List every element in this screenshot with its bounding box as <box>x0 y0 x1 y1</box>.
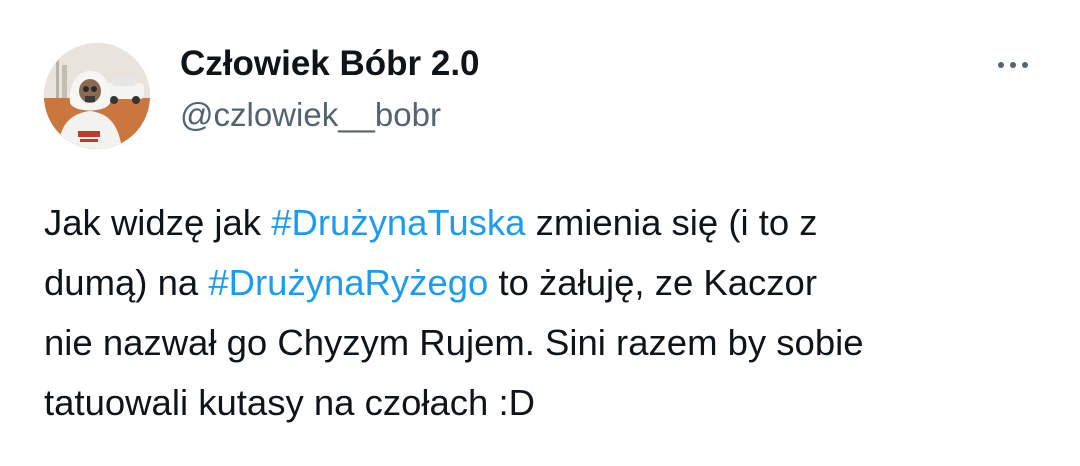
avatar-image <box>44 43 150 149</box>
user-handle[interactable]: @czlowiek__bobr <box>180 94 441 136</box>
more-dot <box>998 62 1004 68</box>
tweet-line: dumą) na #DrużynaRyżego to żałuję, ze Ka… <box>44 253 1044 313</box>
text-segment: dumą) na <box>44 262 209 303</box>
tweet-text: Jak widzę jak #DrużynaTuska zmienia się … <box>44 193 1044 433</box>
text-segment: to żałuję, ze Kaczor <box>488 262 817 303</box>
text-segment: Jak widzę jak <box>44 202 272 243</box>
avatar[interactable] <box>44 43 150 149</box>
display-name[interactable]: Człowiek Bóbr 2.0 <box>180 42 480 86</box>
tweet-line: nie nazwał go Chyzym Rujem. Sini razem b… <box>44 322 864 363</box>
text-segment: zmienia się (i to z <box>525 202 818 243</box>
tweet-line: tatuowali kutasy na czołach :D <box>44 382 535 423</box>
hashtag-link[interactable]: #DrużynaRyżego <box>208 262 488 303</box>
tweet-card: Człowiek Bóbr 2.0 @czlowiek__bobr Jak wi… <box>0 0 1080 466</box>
more-dot <box>1010 62 1016 68</box>
more-horizontal-icon[interactable] <box>990 50 1036 80</box>
more-dot <box>1022 62 1028 68</box>
tweet-line: Jak widzę jak #DrużynaTuska zmienia się … <box>44 193 1044 253</box>
hashtag-link[interactable]: #DrużynaTuska <box>271 202 525 243</box>
